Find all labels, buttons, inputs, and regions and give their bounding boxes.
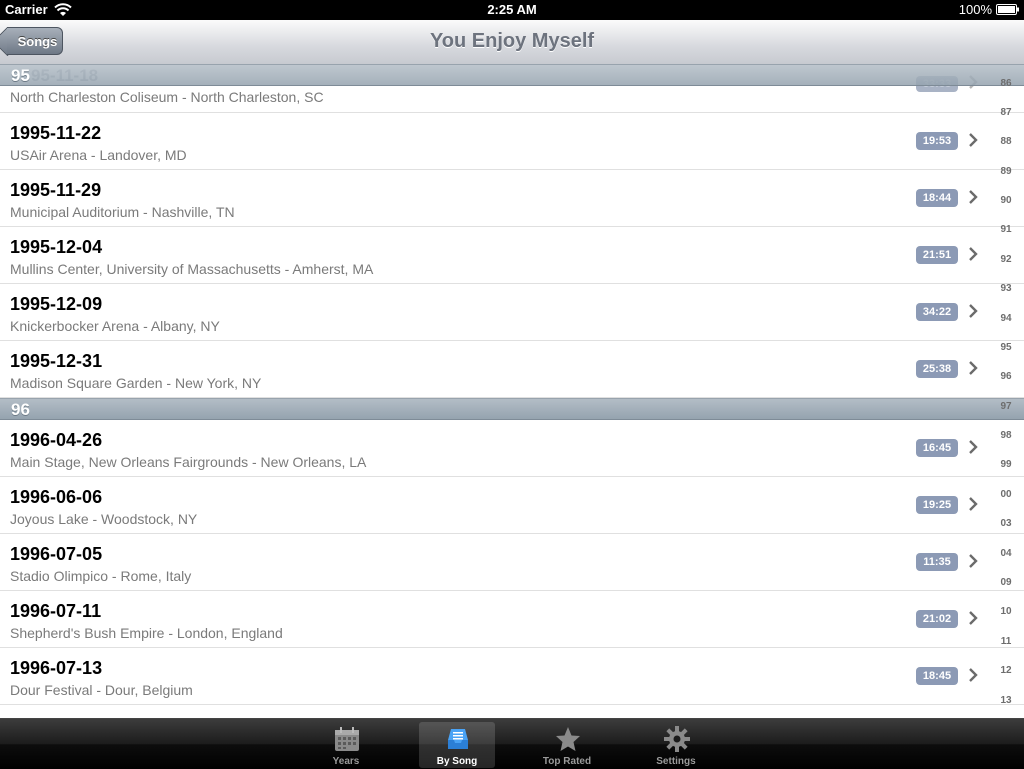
- tab-years[interactable]: Years: [308, 722, 384, 768]
- tab-top-rated[interactable]: Top Rated: [529, 722, 605, 768]
- tab-bar: Years By Song Top Rated Settings: [0, 718, 1024, 769]
- back-button-songs[interactable]: Songs: [7, 27, 63, 55]
- tab-by-song[interactable]: By Song: [419, 722, 495, 768]
- index-item[interactable]: 12: [996, 665, 1016, 676]
- star-icon: [556, 727, 580, 751]
- duration-badge: 18:44: [916, 189, 958, 207]
- duration-badge: 34:22: [916, 303, 958, 321]
- row-date: 1996-07-05: [10, 544, 103, 564]
- duration-badge: 21:51: [916, 246, 958, 264]
- table-row[interactable]: 1996-07-05 Stadio Olimpico - Rome, Italy…: [0, 534, 1024, 591]
- page-title: You Enjoy Myself: [429, 30, 595, 52]
- index-item[interactable]: 04: [996, 548, 1016, 559]
- index-item[interactable]: 09: [996, 577, 1016, 588]
- row-date: 1996-06-06: [10, 487, 103, 507]
- duration-badge: 19:25: [916, 496, 958, 514]
- chevron-right-icon: [969, 247, 978, 261]
- clock: 2:25 AM: [487, 2, 537, 17]
- row-venue: Joyous Lake - Woodstock, NY: [10, 511, 198, 527]
- section-header-95: 95: [0, 64, 1024, 86]
- table-row[interactable]: 1995-12-31 Madison Square Garden - New Y…: [0, 341, 1024, 398]
- row-date: 1995-11-22: [10, 123, 102, 143]
- row-venue: USAir Arena - Landover, MD: [10, 147, 187, 163]
- row-date: 1996-07-11: [10, 601, 102, 621]
- index-item[interactable]: 90: [996, 195, 1016, 206]
- row-date: 1996-07-13: [10, 658, 103, 678]
- index-item[interactable]: 95: [996, 342, 1016, 353]
- table-row[interactable]: 1996-07-11 Shepherd's Bush Empire - Lond…: [0, 591, 1024, 648]
- table-row[interactable]: 1995-11-22 USAir Arena - Landover, MD 19…: [0, 113, 1024, 170]
- shows-table: 95-11-18 North Charleston Coliseum - Nor…: [0, 64, 1024, 718]
- index-item[interactable]: 03: [996, 518, 1016, 529]
- battery-percent: 100%: [958, 2, 992, 17]
- tab-label: Settings: [656, 756, 696, 767]
- table-row[interactable]: 1995-12-09 Knickerbocker Arena - Albany,…: [0, 284, 1024, 341]
- index-item[interactable]: 97: [996, 401, 1016, 412]
- index-item[interactable]: 87: [996, 107, 1016, 118]
- row-date: 1995-12-31: [10, 351, 103, 371]
- chevron-right-icon: [969, 361, 978, 375]
- battery-icon: [996, 4, 1019, 15]
- index-item[interactable]: 96: [996, 371, 1016, 382]
- index-item[interactable]: 00: [996, 489, 1016, 500]
- tab-label: Top Rated: [542, 756, 592, 767]
- row-venue: Main Stage, New Orleans Fairgrounds - Ne…: [10, 454, 367, 470]
- row-venue: Knickerbocker Arena - Albany, NY: [10, 318, 220, 334]
- row-date: 1996-04-26: [10, 430, 103, 450]
- table-row[interactable]: 1995-12-04 Mullins Center, University of…: [0, 227, 1024, 284]
- section-header-96: 96: [0, 398, 1024, 420]
- index-item[interactable]: 91: [996, 224, 1016, 235]
- tab-settings[interactable]: Settings: [638, 722, 714, 768]
- duration-badge: 25:38: [916, 360, 958, 378]
- chevron-right-icon: [969, 611, 978, 625]
- row-venue: Dour Festival - Dour, Belgium: [10, 682, 193, 698]
- chevron-right-icon: [969, 304, 978, 318]
- chevron-right-icon: [969, 133, 978, 147]
- index-item[interactable]: 88: [996, 136, 1016, 147]
- calendar-icon: [335, 727, 359, 751]
- index-item[interactable]: 89: [996, 166, 1016, 177]
- chevron-right-icon: [969, 668, 978, 682]
- tab-label: Years: [332, 756, 360, 767]
- section-header-label: 95: [11, 66, 30, 85]
- chevron-right-icon: [969, 190, 978, 204]
- index-item[interactable]: 10: [996, 606, 1016, 617]
- row-venue: Municipal Auditorium - Nashville, TN: [10, 204, 235, 220]
- duration-badge: 21:02: [916, 610, 958, 628]
- index-item[interactable]: 13: [996, 695, 1016, 706]
- index-item[interactable]: 93: [996, 283, 1016, 294]
- index-item[interactable]: 94: [996, 313, 1016, 324]
- status-bar: Carrier 2:25 AM 100%: [0, 0, 1024, 20]
- tab-label: By Song: [436, 756, 478, 767]
- row-venue: Shepherd's Bush Empire - London, England: [10, 625, 283, 641]
- navigation-bar: Songs You Enjoy Myself: [0, 20, 1024, 65]
- row-venue: Stadio Olimpico - Rome, Italy: [10, 568, 192, 584]
- row-venue: Madison Square Garden - New York, NY: [10, 375, 262, 391]
- index-item[interactable]: 92: [996, 254, 1016, 265]
- duration-badge: 11:35: [916, 553, 958, 571]
- index-item[interactable]: 86: [996, 78, 1016, 89]
- row-venue: North Charleston Coliseum - North Charle…: [10, 89, 324, 105]
- duration-badge: 18:45: [916, 667, 958, 685]
- table-row[interactable]: 1996-04-26 Main Stage, New Orleans Fairg…: [0, 420, 1024, 477]
- index-item[interactable]: 99: [996, 459, 1016, 470]
- row-venue: Mullins Center, University of Massachuse…: [10, 261, 374, 277]
- row-date: 1995-12-09: [10, 294, 103, 314]
- row-date: 1995-12-04: [10, 237, 103, 257]
- index-item[interactable]: 11: [996, 636, 1016, 647]
- chevron-right-icon: [969, 497, 978, 511]
- index-item[interactable]: 98: [996, 430, 1016, 441]
- gear-icon: [664, 726, 690, 752]
- table-row[interactable]: 1996-07-13 Dour Festival - Dour, Belgium…: [0, 648, 1024, 705]
- duration-badge: 16:45: [916, 439, 958, 457]
- table-row[interactable]: 1996-06-06 Joyous Lake - Woodstock, NY 1…: [0, 477, 1024, 534]
- chevron-right-icon: [969, 554, 978, 568]
- section-header-label: 96: [11, 400, 30, 419]
- table-row[interactable]: 1995-11-29 Municipal Auditorium - Nashvi…: [0, 170, 1024, 227]
- row-date: 1995-11-29: [10, 180, 102, 200]
- duration-badge: 19:53: [916, 132, 958, 150]
- table-row-partial-bottom[interactable]: [0, 705, 1024, 718]
- inbox-icon: [448, 729, 468, 749]
- chevron-right-icon: [969, 440, 978, 454]
